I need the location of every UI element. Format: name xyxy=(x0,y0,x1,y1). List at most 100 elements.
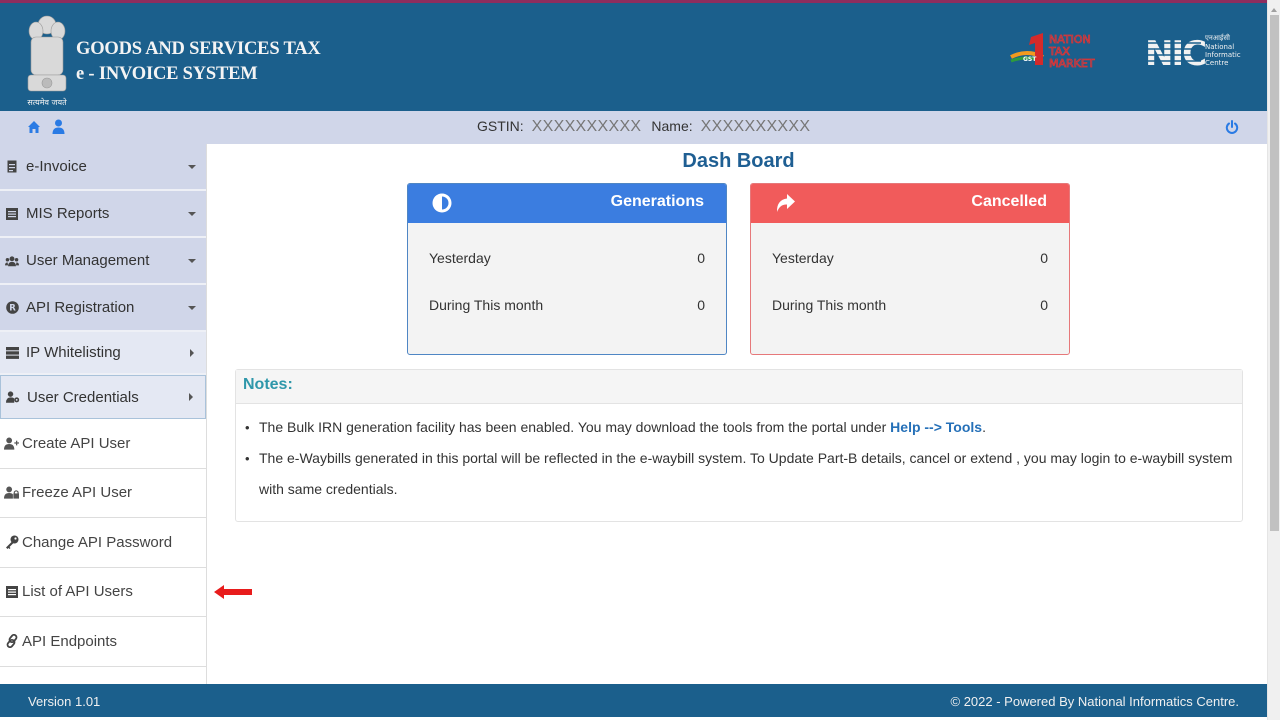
file-icon xyxy=(5,160,19,174)
svg-text:R: R xyxy=(9,304,16,314)
card-header: Generations xyxy=(408,184,726,223)
app-brand: GOODS AND SERVICES TAX e - INVOICE SYSTE… xyxy=(76,37,321,87)
sidebar-item-e-invoice[interactable]: e-Invoice xyxy=(0,144,206,191)
notes-list: The Bulk IRN generation facility has bee… xyxy=(236,404,1242,505)
stat-value: 0 xyxy=(697,297,705,313)
stat-value: 0 xyxy=(697,250,705,266)
sidebar-item-user-management[interactable]: User Management xyxy=(0,238,206,285)
sidebar-item-api-registration[interactable]: R API Registration xyxy=(0,285,206,332)
svg-text:GST: GST xyxy=(1023,56,1037,63)
version-label: Version 1.01 xyxy=(28,694,101,709)
card-title: Cancelled xyxy=(971,193,1047,210)
svg-text:NIC: NIC xyxy=(1145,34,1205,71)
submenu-item-create-api-user[interactable]: Create API User xyxy=(0,419,206,469)
submenu-item-label: Freeze API User xyxy=(22,484,133,502)
stat-row-yesterday: Yesterday 0 xyxy=(772,250,1048,266)
sidebar-item-label: User Credentials xyxy=(27,388,139,406)
registered-icon: R xyxy=(5,301,19,315)
caret-down-icon xyxy=(188,164,196,169)
one-nation-one-tax-logo: GST NATION TAX MARKET xyxy=(1010,33,1095,70)
red-pointer-arrow-icon xyxy=(214,585,252,599)
submenu-item-change-api-password[interactable]: Change API Password xyxy=(0,518,206,568)
user-info-bar: GSTIN: XXXXXXXXXX Name: XXXXXXXXXX xyxy=(0,111,1267,144)
user-profile-icon[interactable] xyxy=(52,119,65,135)
list-icon xyxy=(5,207,19,221)
nic-logo: NIC एनआईसी National Informatics Centre xyxy=(1145,33,1241,71)
stat-value: 0 xyxy=(1040,297,1048,313)
sidebar-nav: e-Invoice MIS Reports User Management R … xyxy=(0,144,207,684)
submenu-item-label: API Endpoints xyxy=(22,632,118,650)
sidebar-item-label: API Registration xyxy=(26,299,135,316)
key-icon xyxy=(4,535,19,550)
user-cog-icon xyxy=(6,390,20,404)
server-icon xyxy=(5,346,19,360)
sidebar-item-label: User Management xyxy=(26,252,150,269)
caret-right-icon xyxy=(189,393,193,401)
card-header: Cancelled xyxy=(751,184,1069,223)
sidebar-item-label: e-Invoice xyxy=(26,158,87,175)
app-header: सत्यमेव जयते GOODS AND SERVICES TAX e - … xyxy=(0,3,1267,111)
svg-text:MARKET: MARKET xyxy=(1049,57,1095,70)
users-icon xyxy=(5,254,19,268)
caret-down-icon xyxy=(188,258,196,263)
home-icon[interactable] xyxy=(27,120,41,134)
stat-row-month: During This month 0 xyxy=(429,297,705,313)
user-plus-icon xyxy=(4,436,19,451)
partner-logos: GST NATION TAX MARKET NIC एनआईसी Nationa… xyxy=(1009,31,1241,71)
app-footer: Version 1.01 © 2022 - Powered By Nationa… xyxy=(0,684,1267,717)
note-item: The e-Waybills generated in this portal … xyxy=(245,443,1242,505)
svg-text:National: National xyxy=(1205,43,1234,51)
submenu-item-list-of-api-users[interactable]: List of API Users xyxy=(0,567,206,617)
national-emblem-icon: सत्यमेव जयते xyxy=(27,15,67,107)
submenu-item-freeze-api-user[interactable]: Freeze API User xyxy=(0,468,206,518)
scrollbar-thumb[interactable] xyxy=(1270,15,1279,531)
help-tools-link[interactable]: Help --> Tools xyxy=(890,419,982,435)
stat-row-yesterday: Yesterday 0 xyxy=(429,250,705,266)
submenu-item-label: Change API Password xyxy=(22,533,173,551)
sidebar-item-mis-reports[interactable]: MIS Reports xyxy=(0,191,206,238)
caret-right-icon xyxy=(190,348,194,357)
stat-label: During This month xyxy=(772,297,887,313)
name-label: Name: xyxy=(651,118,693,134)
user-lock-icon xyxy=(4,485,19,500)
submenu-item-label: List of API Users xyxy=(22,583,133,601)
page-title: Dash Board xyxy=(682,150,795,172)
stat-row-month: During This month 0 xyxy=(772,297,1048,313)
svg-text:Centre: Centre xyxy=(1205,59,1228,67)
stat-value: 0 xyxy=(1040,250,1048,266)
card-title: Generations xyxy=(610,193,704,210)
svg-text:Informatics: Informatics xyxy=(1205,51,1241,59)
page-scrollbar[interactable] xyxy=(1267,0,1280,720)
sidebar-item-label: MIS Reports xyxy=(26,205,110,222)
copyright-text: © 2022 - Powered By National Informatics… xyxy=(950,694,1240,709)
submenu-item-label: Create API User xyxy=(22,434,131,452)
name-value: XXXXXXXXXX xyxy=(700,118,811,135)
sidebar-item-ip-whitelisting[interactable]: IP Whitelisting xyxy=(0,332,206,375)
svg-text:एनआईसी: एनआईसी xyxy=(1205,33,1230,42)
caret-down-icon xyxy=(188,211,196,216)
stat-label: Yesterday xyxy=(429,250,491,266)
note-item: The Bulk IRN generation facility has bee… xyxy=(245,412,1242,443)
gstin-value: XXXXXXXXXX xyxy=(531,118,642,135)
notes-panel: Notes: The Bulk IRN generation facility … xyxy=(235,369,1243,522)
list-icon xyxy=(4,584,19,599)
generations-card: Generations Yesterday 0 During This mont… xyxy=(407,183,727,355)
brand-line-1: GOODS AND SERVICES TAX xyxy=(76,39,321,59)
adjust-half-circle-icon xyxy=(432,193,452,213)
logout-power-icon[interactable] xyxy=(1225,120,1239,135)
sidebar-item-label: IP Whitelisting xyxy=(26,344,121,361)
gstin-label: GSTIN: xyxy=(477,118,524,134)
emblem-motto: सत्यमेव जयते xyxy=(27,97,67,107)
gstin-name-display: GSTIN: XXXXXXXXXX Name: XXXXXXXXXX xyxy=(477,118,820,136)
scroll-up-arrow-icon[interactable] xyxy=(1271,8,1277,12)
stat-label: Yesterday xyxy=(772,250,834,266)
stat-label: During This month xyxy=(429,297,544,313)
brand-line-2: e - INVOICE SYSTEM xyxy=(76,64,258,84)
share-arrow-icon xyxy=(776,194,795,212)
notes-title: Notes: xyxy=(236,370,1242,404)
link-icon xyxy=(4,634,19,649)
cancelled-card: Cancelled Yesterday 0 During This month … xyxy=(750,183,1070,355)
submenu-item-api-endpoints[interactable]: API Endpoints xyxy=(0,617,206,667)
sidebar-item-user-credentials[interactable]: User Credentials xyxy=(0,375,206,419)
caret-down-icon xyxy=(188,305,196,310)
